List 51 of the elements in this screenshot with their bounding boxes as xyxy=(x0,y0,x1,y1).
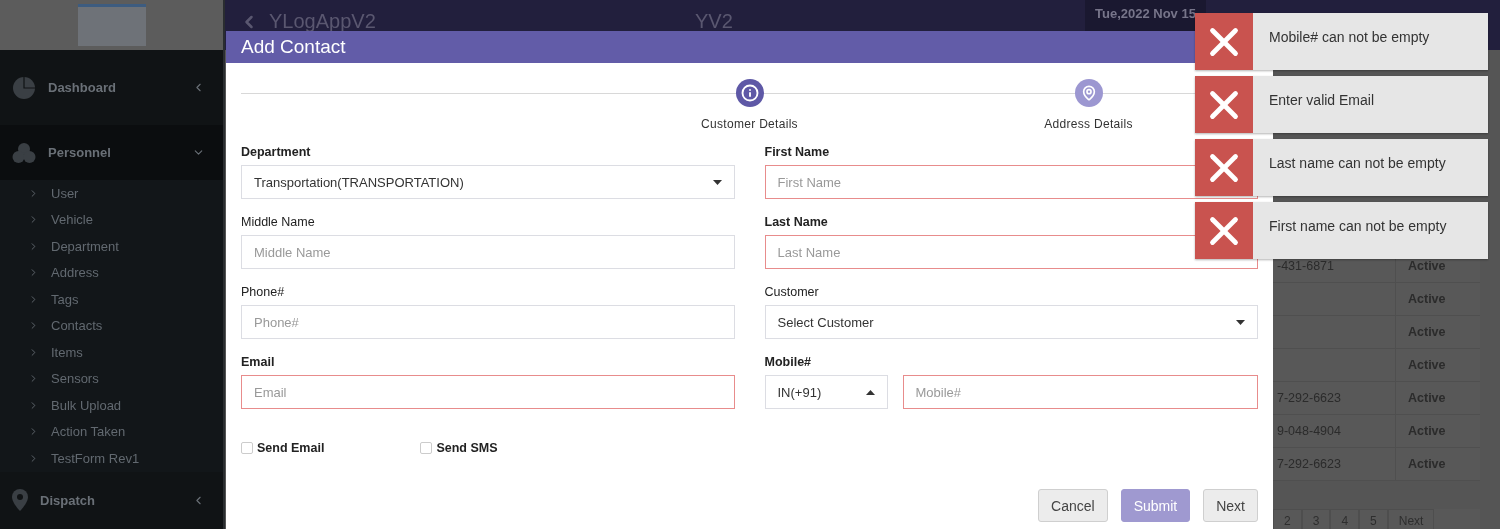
field-label: Middle Name xyxy=(241,215,316,229)
dialog-button[interactable]: Cancel xyxy=(1038,489,1108,522)
select-field[interactable]: Select Customer xyxy=(764,305,1258,339)
caret-down-icon xyxy=(712,179,722,185)
input-field[interactable]: Email xyxy=(241,375,735,409)
info-icon xyxy=(740,84,759,102)
step-icon[interactable] xyxy=(735,79,764,107)
sidebar-item[interactable]: Personnel xyxy=(0,125,223,180)
dialog-button[interactable]: Next xyxy=(1203,489,1258,522)
checkbox[interactable] xyxy=(241,442,253,454)
step-label: Customer Details xyxy=(701,117,798,131)
pie-chart-icon xyxy=(12,75,36,100)
country-select[interactable]: IN(+91) xyxy=(764,375,888,409)
field-label: Customer xyxy=(764,285,820,299)
field-label: Last Name xyxy=(764,215,829,229)
field-label: Mobile# xyxy=(764,355,813,369)
field-label: Department xyxy=(241,145,312,159)
select-field[interactable]: Transportation(TRANSPORTATION) xyxy=(241,165,735,199)
field-label: First Name xyxy=(764,145,831,159)
cluster-icon xyxy=(12,141,36,164)
toast-message: First name can not be empty xyxy=(1268,217,1447,236)
header-title: YV2 xyxy=(695,10,734,33)
field-label: Email xyxy=(241,355,276,369)
step-label: Address Details xyxy=(1044,117,1133,131)
sidebar-subitem[interactable]: Department xyxy=(0,233,223,260)
map-pin-icon xyxy=(1080,85,1097,101)
field-label: Phone# xyxy=(241,285,286,299)
app-title: YLogAppV2 xyxy=(269,10,376,33)
sidebar-subitem[interactable]: User xyxy=(0,180,223,207)
sidebar-subitem[interactable]: Sensors xyxy=(0,365,223,392)
sidebar-subitem[interactable]: Address xyxy=(0,259,223,286)
sidebar-subitem[interactable]: Items xyxy=(0,339,223,366)
input-field[interactable]: Last Name xyxy=(764,235,1258,269)
checkbox-label: Send SMS xyxy=(436,441,498,455)
sidebar-subitem[interactable]: Action Taken xyxy=(0,418,223,445)
input-field[interactable]: Mobile# xyxy=(902,375,1258,409)
checkbox-label: Send Email xyxy=(257,441,325,455)
screenshot-thumbnail xyxy=(77,4,146,46)
checkbox[interactable] xyxy=(420,442,433,454)
sidebar-subitem[interactable]: Tags xyxy=(0,286,223,313)
step-icon[interactable] xyxy=(1074,79,1103,107)
submit-button[interactable]: Submit xyxy=(1120,489,1191,522)
sidebar-subitem[interactable]: Bulk Upload xyxy=(0,392,223,419)
sidebar-subitem[interactable]: TestForm Rev1 xyxy=(0,445,223,472)
caret-up-icon xyxy=(865,389,875,395)
toast-message: Last name can not be empty xyxy=(1268,154,1446,173)
toast-message: Enter valid Email xyxy=(1268,91,1375,110)
sidebar-subitem[interactable]: Contacts xyxy=(0,312,223,339)
sidebar-subitem[interactable]: Vehicle xyxy=(0,206,223,233)
map-pin-icon xyxy=(12,489,28,512)
caret-down-icon xyxy=(1236,319,1245,325)
